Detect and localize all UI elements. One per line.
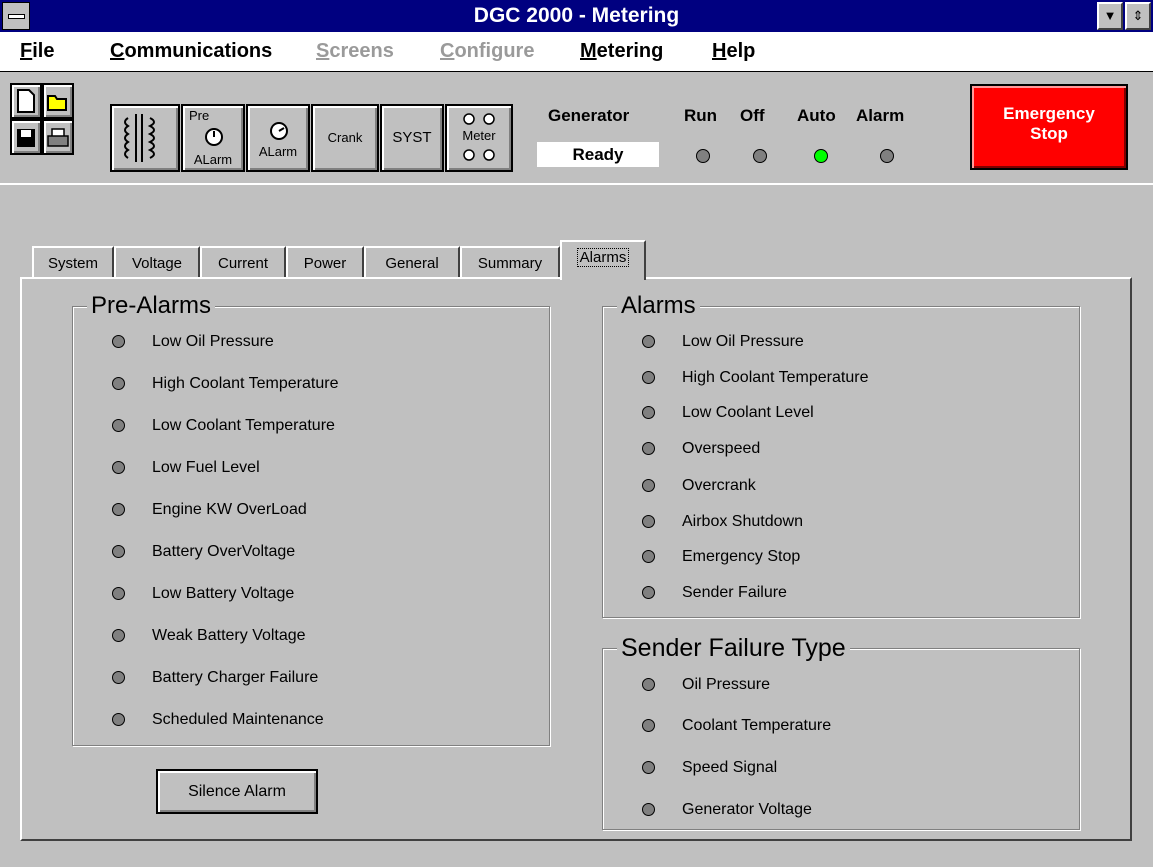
off-label: Off xyxy=(740,106,765,125)
status-led xyxy=(642,406,655,419)
alarm-button[interactable]: ALarm xyxy=(246,104,310,172)
title-bar: DGC 2000 - Metering ▼ ⇕ xyxy=(0,0,1153,32)
status-led xyxy=(642,719,655,732)
status-led xyxy=(112,419,125,432)
status-led xyxy=(112,629,125,642)
tab-summary[interactable]: Summary xyxy=(460,246,560,278)
status-led xyxy=(112,503,125,516)
tab-power[interactable]: Power xyxy=(286,246,364,278)
print-button[interactable] xyxy=(42,119,74,155)
window-title: DGC 2000 - Metering xyxy=(473,4,680,27)
auto-label: Auto xyxy=(797,106,836,125)
pre-alarm-button[interactable]: Pre ALarm xyxy=(181,104,245,172)
status-led xyxy=(642,761,655,774)
meter-button[interactable]: Meter xyxy=(445,104,513,172)
status-led xyxy=(642,335,655,348)
alarm-indicator-led xyxy=(880,149,894,163)
menu-help[interactable]: Help xyxy=(712,40,755,63)
status-led xyxy=(112,587,125,600)
alarm-label: Alarm xyxy=(856,106,905,125)
pre-alarm-label-bottom: ALarm xyxy=(193,152,233,167)
menu-configure[interactable]: Configure xyxy=(440,40,534,63)
tab-alarms[interactable]: Alarms xyxy=(560,240,646,280)
status-led xyxy=(112,545,125,558)
emergency-stop-line1: Emergency xyxy=(1003,104,1095,123)
auto-indicator-led xyxy=(814,149,828,163)
save-file-button[interactable] xyxy=(10,119,42,155)
status-led xyxy=(112,713,125,726)
alarm-gauge-icon xyxy=(270,122,288,140)
transformer-icon xyxy=(124,114,155,162)
run-label: Run xyxy=(684,106,718,125)
status-led xyxy=(642,586,655,599)
pre-alarm-label-top: Pre xyxy=(189,108,210,123)
emergency-stop-button[interactable]: Emergency Stop xyxy=(970,84,1128,170)
status-led xyxy=(112,671,125,684)
menu-bar: File Communications Screens Configure Me… xyxy=(0,32,1153,72)
restore-button[interactable]: ⇕ xyxy=(1125,2,1151,30)
status-led xyxy=(112,461,125,474)
menu-communications[interactable]: Communications xyxy=(110,40,272,63)
crank-button-label: Crank xyxy=(327,130,363,145)
pre-alarms-group: Pre-Alarms Low Oil Pressure High Coolant… xyxy=(72,293,550,746)
generator-state-field: Ready xyxy=(537,142,659,167)
minimize-button[interactable]: ▼ xyxy=(1097,2,1123,30)
status-led xyxy=(112,335,125,348)
tab-alarms-label: Alarms xyxy=(576,248,630,267)
crank-button[interactable]: Crank xyxy=(311,104,379,172)
pre-alarms-title: Pre-Alarms xyxy=(87,293,216,319)
menu-metering[interactable]: Metering xyxy=(580,40,663,63)
tab-voltage[interactable]: Voltage xyxy=(114,246,200,278)
tab-system[interactable]: System xyxy=(32,246,114,278)
alarms-group: Alarms Low Oil Pressure High Coolant Tem… xyxy=(602,293,1080,618)
syst-button[interactable]: SYST xyxy=(380,104,444,172)
emergency-stop-line2: Stop xyxy=(1030,124,1068,143)
printer-icon xyxy=(47,128,69,147)
menu-screens[interactable]: Screens xyxy=(316,40,394,63)
one-line-diagram-button[interactable] xyxy=(110,104,180,172)
gauge-icon xyxy=(205,128,223,146)
status-led xyxy=(642,550,655,563)
tab-current[interactable]: Current xyxy=(200,246,286,278)
status-led xyxy=(642,803,655,816)
syst-button-label: SYST xyxy=(392,129,432,146)
new-file-button[interactable] xyxy=(10,83,42,119)
tab-general[interactable]: General xyxy=(364,246,460,278)
generator-label: Generator xyxy=(548,106,630,125)
status-led xyxy=(642,442,655,455)
meter-button-label: Meter xyxy=(462,128,496,143)
silence-alarm-button[interactable]: Silence Alarm xyxy=(156,769,318,814)
status-led xyxy=(642,515,655,528)
menu-file[interactable]: File xyxy=(20,40,54,63)
alarms-title: Alarms xyxy=(617,293,700,319)
sender-failure-group: Sender Failure Type Oil Pressure Coolant… xyxy=(602,635,1080,830)
open-file-button[interactable] xyxy=(42,83,74,119)
floppy-disk-icon xyxy=(17,129,35,147)
off-indicator-led xyxy=(753,149,767,163)
status-led xyxy=(112,377,125,390)
sender-failure-title: Sender Failure Type xyxy=(617,635,850,661)
folder-icon xyxy=(47,95,67,111)
status-led xyxy=(642,678,655,691)
status-led xyxy=(642,479,655,492)
run-indicator-led xyxy=(696,149,710,163)
status-led xyxy=(642,371,655,384)
new-file-icon xyxy=(17,89,35,113)
alarm-button-label: ALarm xyxy=(258,144,298,159)
